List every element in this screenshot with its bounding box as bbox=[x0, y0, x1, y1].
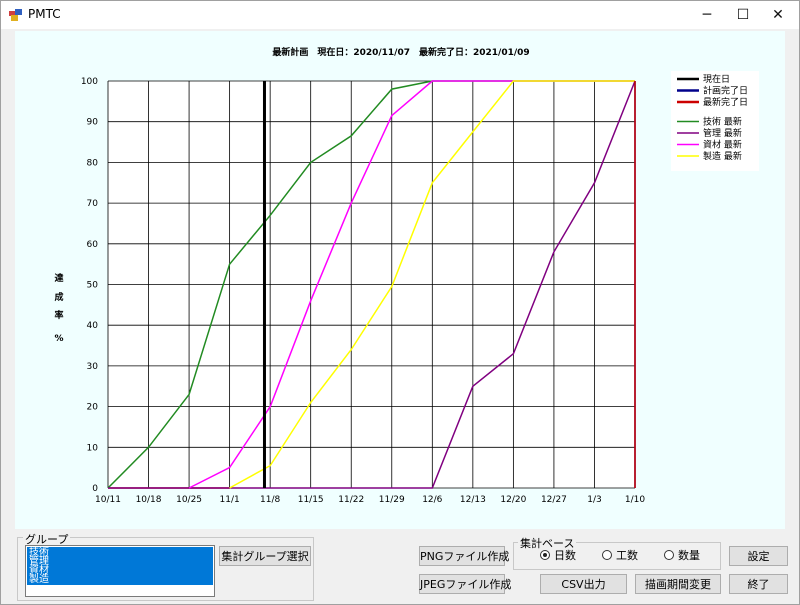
x-tick-label: 11/29 bbox=[379, 495, 405, 505]
x-tick-label: 11/1 bbox=[220, 495, 240, 505]
radio-quantity-label: 数量 bbox=[678, 549, 700, 562]
x-tick-label: 12/13 bbox=[460, 495, 486, 505]
exit-button[interactable]: 終了 bbox=[729, 574, 788, 594]
x-tick-label: 11/15 bbox=[298, 495, 324, 505]
y-tick-label: 70 bbox=[87, 199, 99, 209]
y-tick-label: 10 bbox=[87, 443, 99, 453]
progress-chart: 最新計画 現在日：2020/11/07 最新完了日：2021/01/09 達成率… bbox=[54, 46, 759, 505]
chart-title: 最新計画 現在日：2020/11/07 最新完了日：2021/01/09 bbox=[272, 46, 529, 58]
png-button[interactable]: PNGファイル作成 bbox=[419, 546, 509, 566]
radio-icon bbox=[664, 550, 674, 560]
chart-grid bbox=[107, 80, 636, 489]
x-tick-label: 10/11 bbox=[95, 495, 121, 505]
y-axis-label-char: % bbox=[54, 334, 63, 344]
y-axis-label: 達成率% bbox=[54, 272, 63, 344]
close-button[interactable]: ✕ bbox=[755, 1, 800, 29]
y-axis-label-char: 率 bbox=[54, 309, 63, 321]
y-tick-label: 90 bbox=[87, 118, 99, 128]
legend-label: 製造 最新 bbox=[703, 150, 742, 162]
window-title: PMTC bbox=[28, 7, 61, 21]
legend-label: 計画完了日 bbox=[703, 85, 748, 97]
jpeg-button[interactable]: JPEGファイル作成 bbox=[419, 574, 511, 594]
chart-panel: 最新計画 現在日：2020/11/07 最新完了日：2021/01/09 達成率… bbox=[15, 31, 785, 529]
x-tick-label: 10/18 bbox=[136, 495, 162, 505]
listbox-selection bbox=[27, 547, 213, 585]
x-tick-label: 1/3 bbox=[587, 495, 601, 505]
y-axis-label-char: 成 bbox=[54, 291, 63, 303]
x-tick-label: 11/22 bbox=[338, 495, 364, 505]
settings-button[interactable]: 設定 bbox=[729, 546, 788, 566]
legend-label: 技術 最新 bbox=[703, 116, 742, 128]
y-tick-label: 50 bbox=[87, 281, 99, 291]
legend-label: 資材 最新 bbox=[703, 139, 742, 151]
legend-label: 現在日 bbox=[703, 73, 730, 85]
x-tick-label: 12/6 bbox=[422, 495, 442, 505]
legend-label: 最新完了日 bbox=[703, 96, 748, 108]
x-tick-label: 1/10 bbox=[625, 495, 645, 505]
csv-button[interactable]: CSV出力 bbox=[540, 574, 627, 594]
radio-days[interactable]: 日数 bbox=[540, 548, 576, 564]
period-button[interactable]: 描画期間変更 bbox=[635, 574, 721, 594]
radio-manhours[interactable]: 工数 bbox=[602, 548, 638, 564]
app-window: PMTC ─ ☐ ✕ 最新計画 現在日：2020/11/07 最新完了日：202… bbox=[0, 0, 800, 605]
y-tick-label: 40 bbox=[87, 321, 99, 331]
radio-icon bbox=[602, 550, 612, 560]
x-tick-label: 12/27 bbox=[541, 495, 567, 505]
y-tick-label: 0 bbox=[92, 484, 98, 494]
x-tick-label: 12/20 bbox=[500, 495, 526, 505]
select-group-button[interactable]: 集計グループ選択 bbox=[219, 546, 311, 566]
radio-selected-icon bbox=[540, 550, 550, 560]
y-tick-label: 30 bbox=[87, 362, 99, 372]
legend-label: 管理 最新 bbox=[703, 127, 742, 139]
radio-manhours-label: 工数 bbox=[616, 549, 638, 562]
radio-days-label: 日数 bbox=[554, 549, 576, 562]
y-tick-label: 60 bbox=[87, 240, 99, 250]
client-area: 最新計画 現在日：2020/11/07 最新完了日：2021/01/09 達成率… bbox=[1, 29, 799, 604]
y-axis-label-char: 達 bbox=[54, 272, 63, 284]
list-item[interactable]: 製造 bbox=[29, 575, 49, 585]
x-tick-label: 10/25 bbox=[176, 495, 202, 505]
x-tick-label: 11/8 bbox=[260, 495, 280, 505]
y-tick-label: 80 bbox=[87, 158, 99, 168]
title-bar: PMTC ─ ☐ ✕ bbox=[1, 1, 799, 29]
radio-quantity[interactable]: 数量 bbox=[664, 548, 700, 564]
app-icon bbox=[9, 9, 22, 21]
y-tick-label: 100 bbox=[81, 77, 98, 87]
group-listbox[interactable]: 技術 管理 資材 製造 bbox=[25, 545, 215, 597]
y-tick-label: 20 bbox=[87, 403, 99, 413]
